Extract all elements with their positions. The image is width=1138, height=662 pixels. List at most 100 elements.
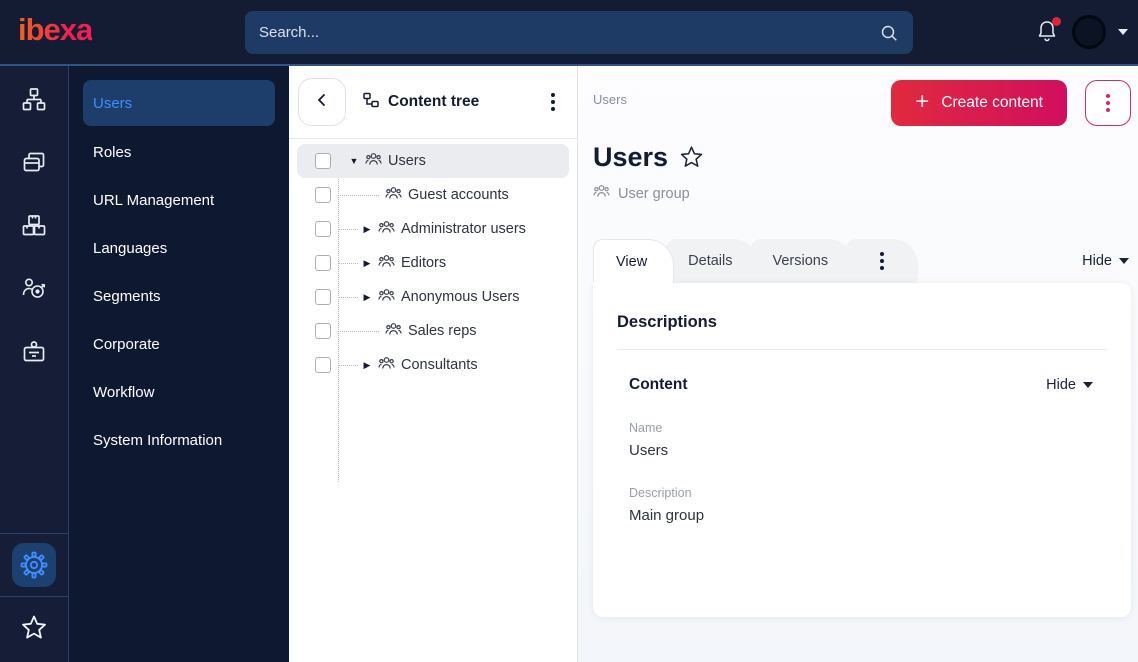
user-group-icon — [378, 253, 395, 274]
tab-more-kebab-icon[interactable] — [846, 239, 919, 283]
search-icon[interactable] — [879, 23, 899, 43]
sidebar-item-label: Workflow — [93, 383, 155, 401]
sidebar-item-languages[interactable]: Languages — [69, 224, 289, 272]
plus-icon: + — [915, 88, 930, 115]
tree-item-consultants[interactable]: ▶ Consultants — [297, 348, 569, 382]
id-badge-icon — [20, 338, 48, 366]
user-group-icon — [378, 287, 395, 308]
tree-connector-stub — [338, 194, 379, 196]
tree-checkbox[interactable] — [315, 323, 331, 339]
tree-item-label: Consultants — [401, 357, 478, 373]
gear-icon — [19, 550, 49, 580]
tab-details[interactable]: Details — [666, 239, 759, 283]
pages-icon — [20, 149, 48, 177]
collapse-tree-button[interactable] — [298, 78, 346, 126]
rail-item-admin-settings[interactable] — [12, 543, 56, 587]
expand-open-icon[interactable]: ▼ — [347, 156, 361, 166]
user-group-icon — [378, 219, 395, 240]
field-label: Description — [629, 486, 692, 500]
expand-collapsed-icon[interactable]: ▶ — [360, 360, 374, 371]
tree-item-guest-accounts[interactable]: Guest accounts — [297, 178, 569, 212]
field-value: Main group — [629, 507, 705, 524]
tab-bar: View Details Versions Hide — [593, 239, 1131, 283]
rail-item-corporate-accounts[interactable] — [12, 330, 56, 374]
user-group-icon — [385, 321, 402, 342]
tree-item-editors[interactable]: ▶ Editors — [297, 246, 569, 280]
view-tab-card: Descriptions Content Hide Name Users Des… — [593, 283, 1131, 617]
tree-connector-stub — [338, 330, 379, 332]
rail-item-personalization[interactable] — [12, 267, 56, 311]
sidebar-item-roles[interactable]: Roles — [69, 128, 289, 176]
ibexa-logo[interactable]: ibexa — [18, 12, 93, 48]
tree-checkbox[interactable] — [315, 221, 331, 237]
page-options-kebab-icon[interactable] — [1085, 80, 1131, 126]
rail-item-bookmarks[interactable] — [12, 606, 56, 650]
tree-checkbox[interactable] — [315, 153, 331, 169]
tab-view[interactable]: View — [593, 239, 675, 283]
expand-collapsed-icon[interactable]: ▶ — [360, 258, 374, 269]
tree-connector-stub — [338, 262, 358, 264]
user-avatar[interactable] — [1072, 15, 1106, 49]
content-type-row: User group — [593, 183, 1131, 204]
hide-panel-toggle[interactable]: Hide — [1082, 253, 1131, 269]
tree-connector-stub — [338, 364, 358, 366]
content-tree-header: Content tree — [289, 66, 577, 138]
notifications-bell-icon[interactable] — [1036, 17, 1061, 45]
tree-connector-stub — [338, 296, 358, 298]
content-tree-icon — [362, 91, 380, 114]
tree-checkbox[interactable] — [315, 289, 331, 305]
tab-versions[interactable]: Versions — [750, 239, 855, 283]
user-menu-caret-icon[interactable] — [1118, 29, 1128, 35]
tree-checkbox[interactable] — [315, 357, 331, 373]
sidebar-item-segments[interactable]: Segments — [69, 272, 289, 320]
rail-item-product-catalog[interactable] — [12, 204, 56, 248]
tree-item-anonymous-users[interactable]: ▶ Anonymous Users — [297, 280, 569, 314]
create-content-button[interactable]: + Create content — [891, 80, 1067, 126]
rail-item-pages[interactable] — [12, 141, 56, 185]
product-boxes-icon — [20, 212, 48, 240]
breadcrumb[interactable]: Users — [593, 92, 627, 107]
favorite-star-icon[interactable] — [678, 144, 705, 171]
ibexa-admin-app: ibexa Search... Users Roles URL Manageme… — [0, 0, 1138, 662]
rail-bottom-group — [0, 533, 69, 662]
sidebar-item-system-information[interactable]: System Information — [69, 416, 289, 464]
rail-item-content-structure[interactable] — [12, 78, 56, 122]
tree-item-administrator-users[interactable]: ▶ Administrator users — [297, 212, 569, 246]
notification-badge — [1052, 17, 1061, 26]
sidebar-item-users[interactable]: Users — [83, 80, 275, 126]
rail-top-group — [12, 78, 56, 374]
tree-connector-stub — [338, 228, 358, 230]
expand-collapsed-icon[interactable]: ▶ — [360, 224, 374, 235]
search-input[interactable] — [259, 24, 879, 41]
field-value: Users — [629, 442, 669, 459]
sidebar-item-corporate[interactable]: Corporate — [69, 320, 289, 368]
user-group-icon — [385, 185, 402, 206]
tree-checkbox[interactable] — [315, 187, 331, 203]
page-title: Users — [593, 142, 669, 172]
content-tree-list: ▼ Users Guest accounts ▶ Administrator u… — [289, 139, 577, 482]
admin-sidebar-menu: Users Roles URL Management Languages Seg… — [69, 66, 289, 662]
sidebar-item-workflow[interactable]: Workflow — [69, 368, 289, 416]
tree-options-kebab-icon[interactable] — [545, 87, 561, 117]
hide-label: Hide — [1046, 377, 1076, 393]
expand-collapsed-icon[interactable]: ▶ — [360, 292, 374, 303]
field-description: Description Main group — [617, 486, 1107, 524]
tree-checkbox[interactable] — [315, 255, 331, 271]
tree-item-label: Users — [388, 153, 426, 169]
tree-item-label: Sales reps — [408, 323, 477, 339]
global-search[interactable] — [245, 11, 913, 54]
tree-item-sales-reps[interactable]: Sales reps — [297, 314, 569, 348]
tree-item-users[interactable]: ▼ Users — [297, 144, 569, 178]
hide-section-toggle[interactable]: Hide — [1046, 377, 1095, 393]
sidebar-item-url-management[interactable]: URL Management — [69, 176, 289, 224]
content-tree-title-text: Content tree — [388, 93, 480, 110]
descriptions-heading: Descriptions — [617, 313, 717, 331]
content-type-label: User group — [618, 185, 690, 202]
audience-target-icon — [20, 275, 48, 303]
create-content-label: Create content — [941, 94, 1043, 111]
rail-separator — [0, 533, 69, 534]
chevron-left-icon — [314, 92, 330, 113]
caret-down-icon — [1083, 382, 1093, 388]
sidebar-item-label: Roles — [93, 143, 132, 161]
user-group-icon — [593, 183, 610, 204]
